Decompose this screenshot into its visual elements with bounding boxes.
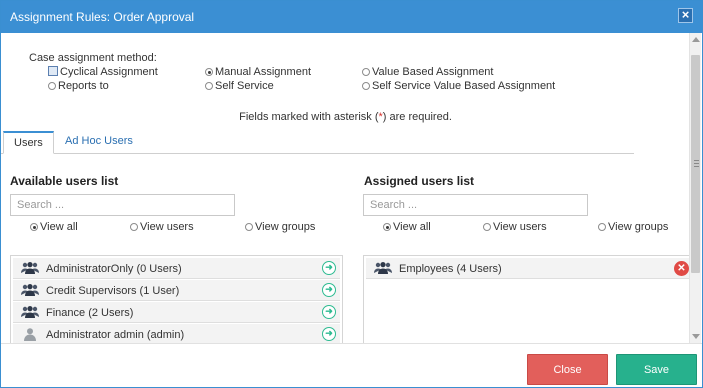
- option-self-service[interactable]: Self Service: [205, 80, 274, 92]
- option-value-based-assignment[interactable]: Value Based Assignment: [362, 66, 493, 78]
- option-reports-to[interactable]: Reports to: [48, 80, 109, 92]
- assigned-search-input[interactable]: [363, 194, 588, 216]
- item-label: Employees (4 Users): [399, 263, 502, 275]
- add-arrow-icon[interactable]: ➜: [322, 305, 336, 319]
- title-bar: Assignment Rules: Order Approval ×: [1, 1, 702, 33]
- option-manual-assignment[interactable]: Manual Assignment: [205, 66, 311, 78]
- dialog-title: Assignment Rules: Order Approval: [10, 10, 195, 24]
- item-label: Credit Supervisors (1 User): [46, 285, 180, 297]
- add-arrow-icon[interactable]: ➜: [322, 261, 336, 275]
- option-label: Reports to: [58, 80, 109, 92]
- tab-bar: Users Ad Hoc Users: [1, 131, 634, 154]
- list-item[interactable]: Finance (2 Users) ➜: [13, 302, 340, 323]
- item-label: AdministratorOnly (0 Users): [46, 263, 182, 275]
- option-label: Cyclical Assignment: [60, 66, 158, 78]
- scrollbar-thumb[interactable]: [691, 55, 700, 273]
- available-filter-view-groups[interactable]: View groups: [245, 221, 315, 233]
- radio-icon[interactable]: [598, 223, 606, 231]
- list-item[interactable]: Employees (4 Users) ✕: [366, 258, 689, 279]
- available-users-list: AdministratorOnly (0 Users) ➜ Credit Sup…: [10, 255, 343, 343]
- item-label: Finance (2 Users): [46, 307, 134, 319]
- group-icon: [21, 306, 39, 318]
- assigned-users-list: Employees (4 Users) ✕: [363, 255, 690, 343]
- radio-icon[interactable]: [245, 223, 253, 231]
- assignment-rules-dialog: Assignment Rules: Order Approval × Case …: [0, 0, 703, 388]
- group-icon: [21, 262, 39, 274]
- dialog-body: Case assignment method: Cyclical Assignm…: [1, 33, 690, 343]
- add-arrow-icon[interactable]: ➜: [322, 283, 336, 297]
- option-label: Manual Assignment: [215, 66, 311, 78]
- vertical-scrollbar[interactable]: [689, 33, 701, 343]
- option-self-service-value-based[interactable]: Self Service Value Based Assignment: [362, 80, 555, 92]
- assigned-filter-view-all[interactable]: View all: [383, 221, 431, 233]
- add-arrow-icon[interactable]: ➜: [322, 327, 336, 341]
- scroll-up-arrow-icon[interactable]: [692, 37, 700, 42]
- required-fields-note: Fields marked with asterisk (*) are requ…: [239, 111, 452, 123]
- item-label: Administrator admin (admin): [46, 329, 185, 341]
- available-filter-view-users[interactable]: View users: [130, 221, 194, 233]
- tab-users[interactable]: Users: [3, 131, 54, 154]
- list-item[interactable]: Administrator admin (admin) ➜: [13, 324, 340, 343]
- radio-selected-icon[interactable]: [383, 223, 391, 231]
- assigned-users-heading: Assigned users list: [364, 174, 475, 188]
- close-icon[interactable]: ×: [678, 8, 693, 23]
- radio-icon[interactable]: [48, 82, 56, 90]
- option-cyclical-assignment[interactable]: Cyclical Assignment: [48, 66, 158, 78]
- option-label: Self Service Value Based Assignment: [372, 80, 556, 92]
- user-icon: [24, 328, 36, 341]
- assignment-method-label: Case assignment method:: [29, 52, 157, 64]
- checkbox-icon[interactable]: [48, 66, 58, 76]
- assigned-filter-view-users[interactable]: View users: [483, 221, 547, 233]
- radio-icon[interactable]: [483, 223, 491, 231]
- group-icon: [21, 284, 39, 296]
- radio-icon[interactable]: [362, 82, 370, 90]
- radio-icon[interactable]: [362, 68, 370, 76]
- radio-icon[interactable]: [130, 223, 138, 231]
- option-label: Self Service: [215, 80, 274, 92]
- available-search-input[interactable]: [10, 194, 235, 216]
- close-button[interactable]: Close: [527, 354, 608, 385]
- option-label: Value Based Assignment: [372, 66, 494, 78]
- radio-selected-icon[interactable]: [30, 223, 38, 231]
- scroll-down-arrow-icon[interactable]: [692, 334, 700, 339]
- group-icon: [374, 262, 392, 274]
- remove-icon[interactable]: ✕: [674, 261, 689, 276]
- list-item[interactable]: Credit Supervisors (1 User) ➜: [13, 280, 340, 301]
- available-filter-view-all[interactable]: View all: [30, 221, 78, 233]
- available-users-heading: Available users list: [10, 174, 119, 188]
- radio-icon[interactable]: [205, 82, 213, 90]
- list-item[interactable]: AdministratorOnly (0 Users) ➜: [13, 258, 340, 279]
- save-button[interactable]: Save: [616, 354, 697, 385]
- radio-selected-icon[interactable]: [205, 68, 213, 76]
- dialog-footer: Close Save: [1, 343, 702, 387]
- assigned-filter-view-groups[interactable]: View groups: [598, 221, 668, 233]
- tab-ad-hoc-users[interactable]: Ad Hoc Users: [55, 131, 143, 154]
